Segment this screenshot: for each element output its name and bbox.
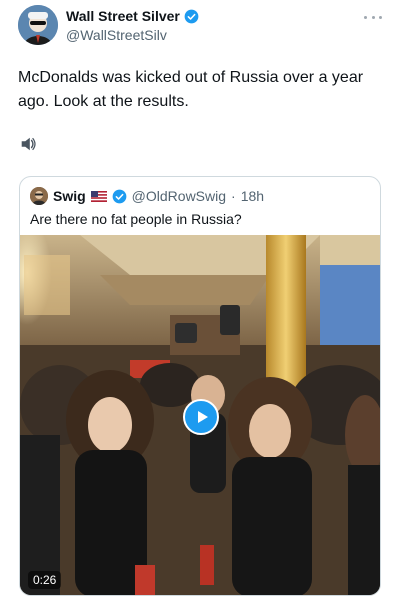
author-name: Wall Street Silver <box>66 8 180 24</box>
more-options-icon[interactable] <box>364 12 382 22</box>
tweet-text: McDonalds was kicked out of Russia over … <box>18 69 364 110</box>
separator-dot: · <box>231 188 236 204</box>
quoted-timestamp[interactable]: 18h <box>241 188 264 204</box>
verified-badge-icon <box>184 9 199 23</box>
play-button[interactable] <box>183 399 219 435</box>
quoted-handle[interactable]: @OldRowSwig <box>132 188 226 204</box>
video-player[interactable]: 0:26 <box>20 235 380 595</box>
quoted-verified-badge-icon <box>112 189 127 203</box>
author-handle[interactable]: @WallStreetSilv <box>66 27 199 43</box>
author-name-row[interactable]: Wall Street Silver <box>66 8 199 24</box>
tweet: Wall Street Silver @WallStreetSilv McDon… <box>0 0 400 604</box>
speaker-icon <box>21 137 36 151</box>
author-avatar[interactable] <box>18 5 58 45</box>
quoted-header: Swig @OldRowSwig · 18h <box>30 187 264 205</box>
author-info: Wall Street Silver @WallStreetSilv <box>66 8 199 43</box>
quoted-name[interactable]: Swig <box>53 188 86 204</box>
video-duration: 0:26 <box>28 571 62 589</box>
play-icon <box>197 411 208 423</box>
quoted-avatar[interactable] <box>30 187 48 205</box>
avatar-image <box>18 5 58 45</box>
us-flag-icon <box>90 190 107 202</box>
quoted-text: Are there no fat people in Russia? <box>30 211 242 227</box>
quoted-tweet[interactable]: Swig @OldRowSwig · 18h Are there no fat … <box>19 176 381 596</box>
